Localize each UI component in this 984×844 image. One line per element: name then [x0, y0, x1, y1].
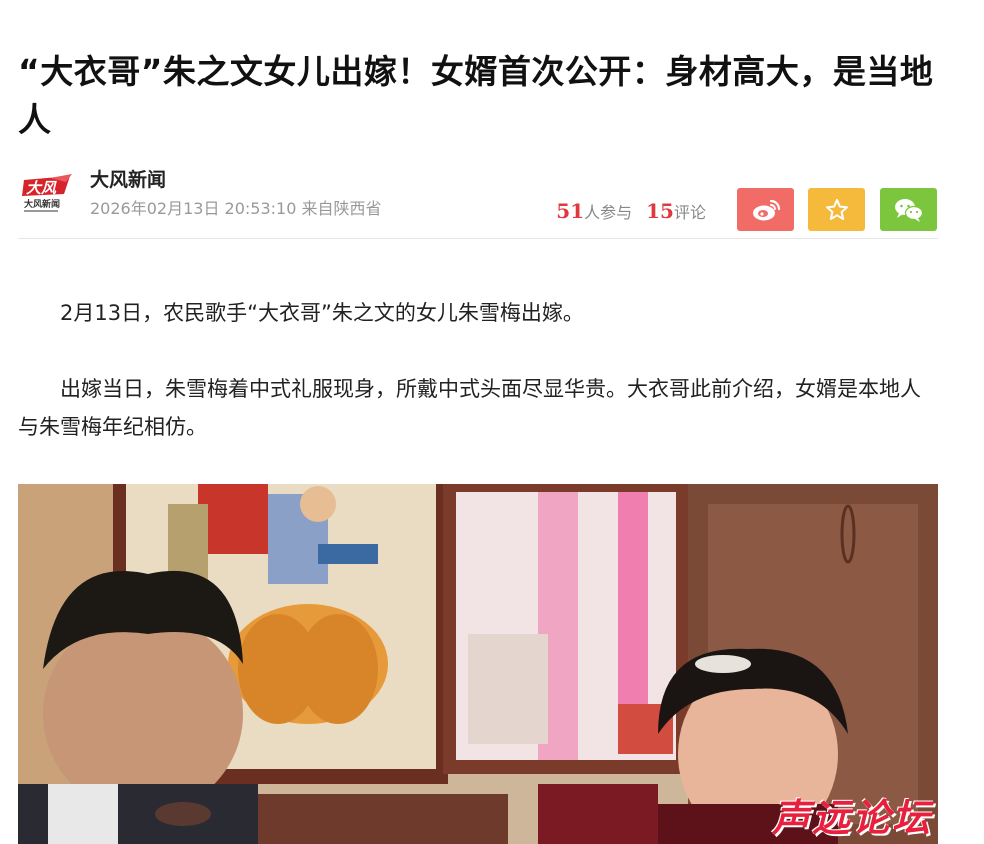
share-weibo-button[interactable]	[737, 188, 794, 231]
article-paragraph: 出嫁当日，朱雪梅着中式礼服现身，所戴中式头面尽显华贵。大衣哥此前介绍，女婿是本地…	[18, 377, 921, 439]
logo-text: 大风	[26, 179, 57, 197]
forum-watermark: 声远论坛	[771, 796, 932, 840]
source-logo[interactable]: 大风 大风新闻	[20, 174, 74, 216]
article-paragraph: 2月13日，农民歌手“大衣哥”朱之文的女儿朱雪梅出嫁。	[60, 301, 584, 325]
article-page: “大衣哥”朱之文女儿出嫁！女婿首次公开：身材高大，是当地人 大风 大风新闻 大风…	[0, 0, 984, 844]
participants-count[interactable]: 51	[556, 199, 584, 223]
source-name[interactable]: 大风新闻	[90, 168, 166, 192]
star-icon	[825, 198, 848, 220]
participants-label: 人参与	[584, 203, 633, 222]
share-wechat-button[interactable]	[880, 188, 937, 231]
weibo-icon	[752, 199, 780, 220]
article-title: “大衣哥”朱之文女儿出嫁！女婿首次公开：身材高大，是当地人	[18, 52, 934, 139]
publish-time: 2026年02月13日 20:53:10 来自陕西省	[90, 199, 382, 218]
logo-subtext: 大风新闻	[24, 198, 60, 210]
comments-label[interactable]: 评论	[674, 203, 706, 222]
wechat-icon	[894, 198, 923, 222]
article-photo: 声远论坛	[18, 484, 938, 844]
article-meta-bar: 大风 大风新闻 大风新闻 2026年02月13日 20:53:10 来自陕西省 …	[18, 168, 938, 239]
comments-count[interactable]: 15	[646, 199, 674, 223]
favorite-button[interactable]	[808, 188, 865, 231]
engagement-stats: 51人参与 15评论	[556, 200, 706, 224]
article: “大衣哥”朱之文女儿出嫁！女婿首次公开：身材高大，是当地人 大风 大风新闻 大风…	[18, 0, 938, 844]
